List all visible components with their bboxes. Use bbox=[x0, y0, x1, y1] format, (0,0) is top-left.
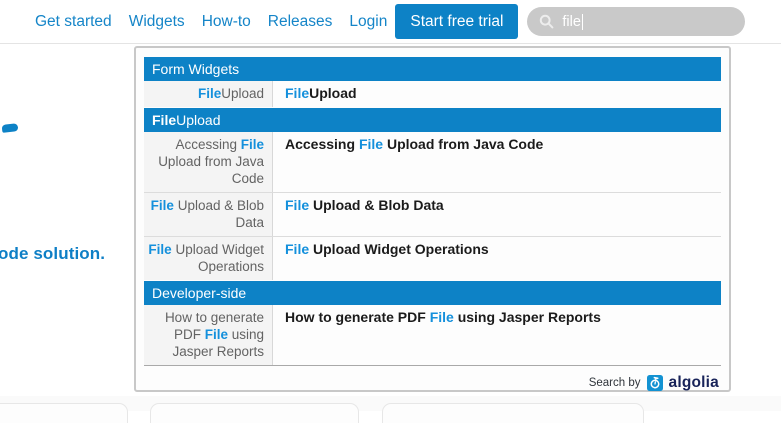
start-free-trial-button[interactable]: Start free trial bbox=[395, 4, 518, 39]
algolia-wordmark[interactable]: algolia bbox=[669, 374, 720, 392]
nav-link-widgets[interactable]: Widgets bbox=[129, 13, 185, 31]
background-text-fragment: ode solution. bbox=[0, 244, 105, 264]
result-title: How to generate PDF File using Jasper Re… bbox=[272, 305, 721, 365]
search-input-value: file bbox=[562, 14, 581, 30]
search-input[interactable]: file bbox=[527, 7, 745, 36]
section-header: Developer-side bbox=[144, 281, 721, 305]
dropdown-footer: Search by algolia bbox=[144, 365, 721, 394]
background-card bbox=[382, 403, 644, 423]
nav-link-how-to[interactable]: How-to bbox=[202, 13, 251, 31]
search-results-dropdown: Form WidgetsFileUploadFileUploadFileUplo… bbox=[134, 46, 731, 392]
search-icon bbox=[539, 14, 554, 29]
section-header: Form Widgets bbox=[144, 57, 721, 81]
result-category: Accessing File Upload from Java Code bbox=[144, 132, 272, 192]
algolia-logo-icon[interactable] bbox=[647, 375, 663, 391]
result-row[interactable]: File Upload Widget OperationsFile Upload… bbox=[144, 236, 721, 280]
nav-link-get-started[interactable]: Get started bbox=[35, 13, 112, 31]
result-title: File Upload Widget Operations bbox=[272, 237, 721, 280]
dropdown-sections: Form WidgetsFileUploadFileUploadFileUplo… bbox=[144, 56, 721, 365]
result-title: File Upload & Blob Data bbox=[272, 193, 721, 236]
nav-link-releases[interactable]: Releases bbox=[268, 13, 333, 31]
result-row[interactable]: FileUploadFileUpload bbox=[144, 81, 721, 107]
result-category: File Upload & Blob Data bbox=[144, 193, 272, 236]
background-heading-fragment bbox=[2, 123, 19, 133]
nav-link-login[interactable]: Login bbox=[349, 13, 387, 31]
result-category: How to generate PDF File using Jasper Re… bbox=[144, 305, 272, 365]
background-bottom-strip bbox=[0, 396, 781, 411]
background-card bbox=[0, 403, 128, 423]
result-category: FileUpload bbox=[144, 81, 272, 107]
result-category: File Upload Widget Operations bbox=[144, 237, 272, 280]
text-cursor bbox=[582, 14, 584, 30]
section-header: FileUpload bbox=[144, 108, 721, 132]
result-row[interactable]: File Upload & Blob DataFile Upload & Blo… bbox=[144, 192, 721, 236]
result-title: FileUpload bbox=[272, 81, 721, 107]
result-title: Accessing File Upload from Java Code bbox=[272, 132, 721, 192]
top-navbar: Get started Widgets How-to Releases Logi… bbox=[0, 0, 781, 44]
result-row[interactable]: Accessing File Upload from Java CodeAcce… bbox=[144, 132, 721, 192]
result-row[interactable]: How to generate PDF File using Jasper Re… bbox=[144, 305, 721, 365]
background-card bbox=[150, 403, 359, 423]
search-by-label: Search by bbox=[589, 377, 641, 389]
